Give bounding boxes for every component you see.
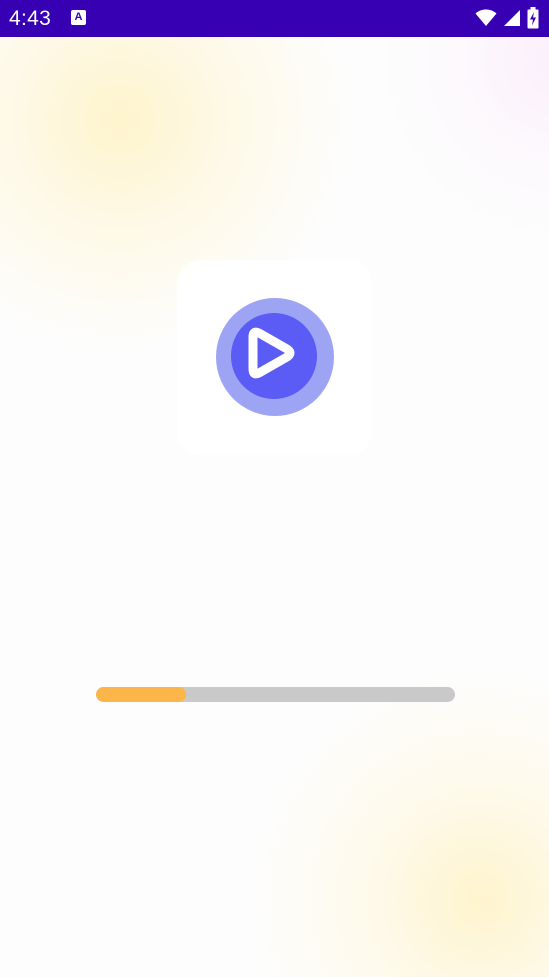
text-a-icon-glyph: A — [74, 11, 83, 23]
play-circle-icon — [216, 298, 334, 416]
cellular-signal-icon — [504, 10, 520, 26]
status-icons — [475, 7, 539, 29]
status-bar: 4:43 A — [0, 0, 549, 37]
status-time: 4:43 — [9, 7, 52, 30]
logo-front-circle — [231, 313, 317, 399]
battery-charging-icon — [527, 7, 539, 29]
text-a-icon: A — [71, 10, 86, 25]
splash-background — [0, 0, 549, 977]
wifi-icon — [475, 9, 497, 26]
loading-progress-bar — [96, 687, 455, 702]
app-logo-card — [177, 260, 372, 455]
loading-progress-fill — [96, 687, 186, 702]
